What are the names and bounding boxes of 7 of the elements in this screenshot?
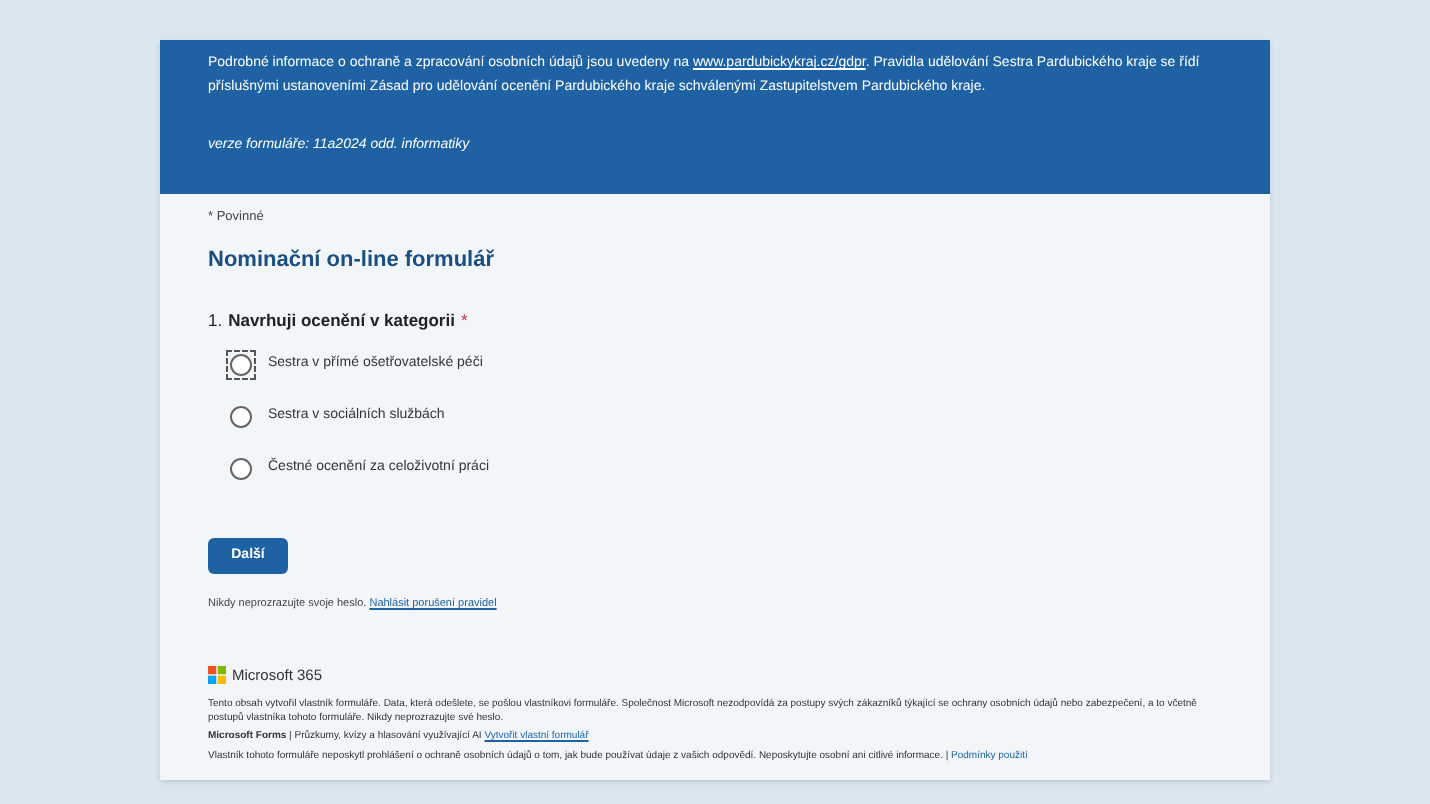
radio-button[interactable] <box>230 458 252 480</box>
required-mark: * <box>460 308 468 334</box>
radio-button[interactable] <box>230 406 252 428</box>
form-title: Nominační on-line formulář <box>208 245 497 276</box>
question-number: 1. <box>208 308 223 334</box>
logo-icon <box>208 665 226 684</box>
question-text: Navrhuji ocenění v kategorii <box>228 308 455 334</box>
